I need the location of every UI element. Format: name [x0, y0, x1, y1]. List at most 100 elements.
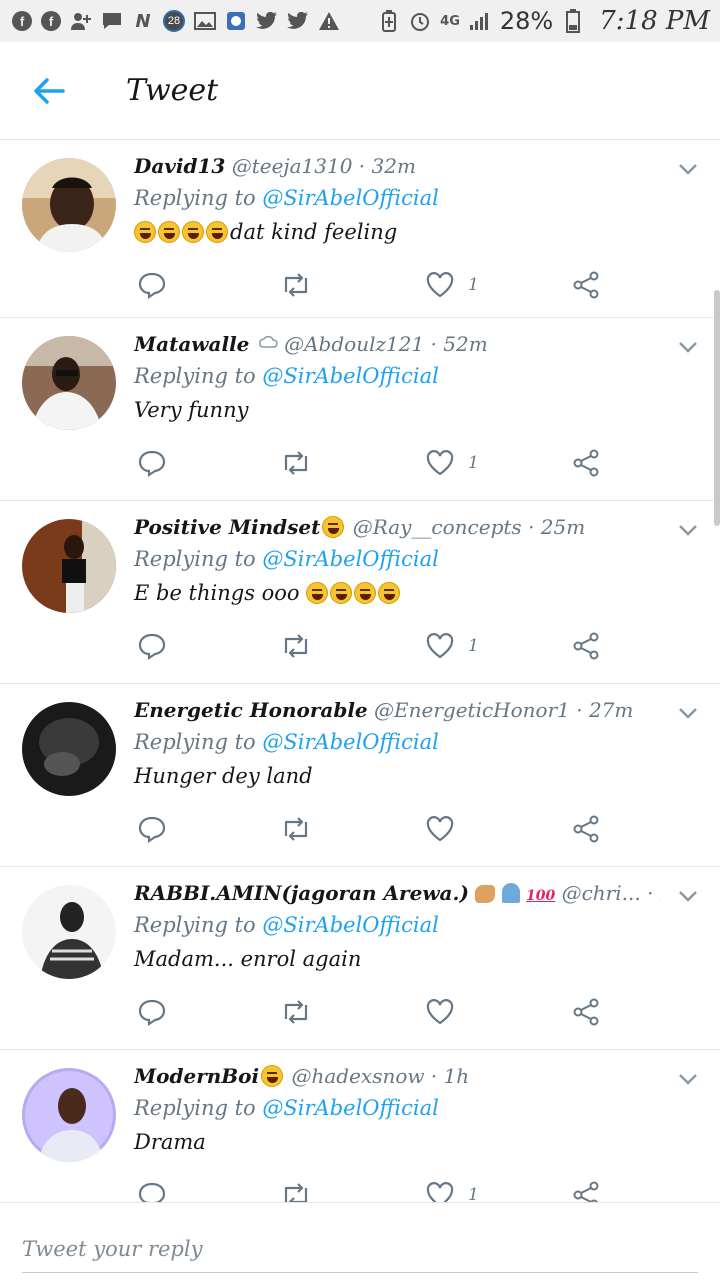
tweet-body: Hunger dey land: [134, 764, 313, 788]
tweet-item[interactable]: RABBI.AMIN(jagoran Arewa.) 100 @chri... …: [0, 867, 720, 1050]
share-button[interactable]: [572, 1178, 600, 1202]
retweet-icon: [284, 451, 308, 475]
person-emoji-icon: [501, 883, 520, 903]
page-title: Tweet: [126, 73, 219, 108]
like-button[interactable]: 1: [426, 1178, 479, 1202]
heart-icon: [426, 816, 454, 842]
mention-link[interactable]: @SirAbelOfficial: [262, 547, 438, 571]
retweet-icon: [284, 273, 308, 297]
chevron-down-icon[interactable]: [678, 340, 698, 354]
tweet-time: 52m: [443, 332, 488, 356]
reply-button[interactable]: [138, 268, 166, 302]
grinning-emoji-icon: [261, 1065, 284, 1087]
replying-to-label: Replying to: [134, 186, 256, 210]
add-contact-icon: [70, 10, 92, 32]
avatar[interactable]: [22, 702, 116, 796]
mention-link[interactable]: @SirAbelOfficial: [262, 186, 438, 210]
mention-link[interactable]: @SirAbelOfficial: [262, 913, 438, 937]
retweet-button[interactable]: [280, 812, 312, 846]
like-count: 1: [468, 275, 479, 295]
retweet-button[interactable]: [280, 629, 312, 663]
user-handle[interactable]: @teeja1310: [232, 154, 353, 178]
system-icons: 4G 28% 7:18 PM: [378, 6, 710, 36]
laughing-emoji-icon: [182, 221, 204, 243]
user-handle[interactable]: @hadexsnow: [291, 1064, 424, 1088]
laughing-emoji-icon: [330, 582, 353, 604]
chevron-down-icon[interactable]: [678, 1072, 698, 1086]
chevron-down-icon[interactable]: [678, 706, 698, 720]
separator-dot: ·: [576, 698, 583, 722]
tweet-item[interactable]: Matawalle @Abdoulz121 · 52m Replying to …: [0, 318, 720, 501]
reply-button[interactable]: [138, 995, 166, 1029]
display-name[interactable]: ModernBoi: [134, 1064, 259, 1088]
avatar[interactable]: [22, 1068, 116, 1162]
avatar[interactable]: [22, 336, 116, 430]
share-button[interactable]: [572, 812, 600, 846]
like-button[interactable]: [426, 995, 468, 1029]
share-button[interactable]: [572, 446, 600, 480]
display-name[interactable]: Energetic Honorable: [134, 698, 368, 722]
user-handle[interactable]: @EnergeticHonor1: [374, 698, 570, 722]
facebook-icon: f: [12, 11, 32, 31]
retweet-button[interactable]: [280, 268, 312, 302]
replying-to-label: Replying to: [134, 547, 256, 571]
tweet-actions: [134, 812, 614, 846]
reply-input[interactable]: [22, 1225, 698, 1273]
share-button[interactable]: [572, 268, 600, 302]
reply-button[interactable]: [138, 1178, 166, 1202]
retweet-button[interactable]: [280, 446, 312, 480]
reply-icon: [138, 272, 166, 299]
retweet-button[interactable]: [280, 1178, 312, 1202]
replying-to: Replying to @SirAbelOfficial: [134, 547, 439, 571]
chevron-down-icon[interactable]: [678, 162, 698, 176]
user-handle[interactable]: @Abdoulz121: [284, 332, 424, 356]
mention-link[interactable]: @SirAbelOfficial: [262, 364, 438, 388]
tweet-item[interactable]: Energetic Honorable @EnergeticHonor1 · 2…: [0, 684, 720, 867]
reply-icon: [138, 1182, 166, 1202]
twitter-icon: [287, 10, 309, 32]
reply-button[interactable]: [138, 812, 166, 846]
laughing-emoji-icon: [158, 221, 180, 243]
retweet-button[interactable]: [280, 995, 312, 1029]
like-button[interactable]: 1: [426, 629, 479, 663]
scrollbar[interactable]: [714, 290, 720, 526]
like-button[interactable]: 1: [426, 446, 479, 480]
tweet-item[interactable]: David13 @teeja1310 · 32m Replying to @Si…: [0, 140, 720, 318]
replying-to: Replying to @SirAbelOfficial: [134, 1096, 439, 1120]
mention-link[interactable]: @SirAbelOfficial: [262, 730, 438, 754]
tweet-item[interactable]: Positive Mindset @Ray__concepts · 25m Re…: [0, 501, 720, 684]
notification-badge: 28: [163, 10, 185, 32]
avatar[interactable]: [22, 885, 116, 979]
user-handle[interactable]: @chri...: [562, 881, 641, 905]
like-button[interactable]: [426, 812, 468, 846]
facebook-icon: f: [41, 11, 61, 31]
share-button[interactable]: [572, 629, 600, 663]
like-count: 1: [468, 1185, 479, 1202]
replying-to-label: Replying to: [134, 730, 256, 754]
reply-button[interactable]: [138, 629, 166, 663]
display-name[interactable]: David13: [134, 154, 225, 178]
hundred-emoji-icon: 100: [526, 888, 556, 904]
avatar[interactable]: [22, 519, 116, 613]
avatar[interactable]: [22, 158, 116, 252]
mention-link[interactable]: @SirAbelOfficial: [262, 1096, 438, 1120]
tweet-item[interactable]: ModernBoi @hadexsnow · 1h Replying to @S…: [0, 1050, 720, 1202]
retweet-icon: [284, 1000, 308, 1024]
display-name[interactable]: RABBI.AMIN(jagoran Arewa.): [134, 881, 469, 905]
heart-icon: [426, 1182, 454, 1202]
like-count: 1: [468, 636, 479, 656]
display-name[interactable]: Matawalle: [134, 332, 249, 356]
display-name[interactable]: Positive Mindset: [134, 515, 320, 539]
share-icon: [573, 271, 599, 299]
back-button[interactable]: [14, 56, 84, 126]
chevron-down-icon[interactable]: [678, 523, 698, 537]
retweet-icon: [284, 817, 308, 841]
share-button[interactable]: [572, 995, 600, 1029]
user-handle[interactable]: @Ray__concepts: [353, 515, 522, 539]
tweet-actions: 1: [134, 629, 614, 663]
chevron-down-icon[interactable]: [678, 889, 698, 903]
reply-button[interactable]: [138, 446, 166, 480]
like-button[interactable]: 1: [426, 268, 479, 302]
tweet-body: E be things ooo: [134, 581, 300, 605]
heart-icon: [426, 999, 454, 1025]
